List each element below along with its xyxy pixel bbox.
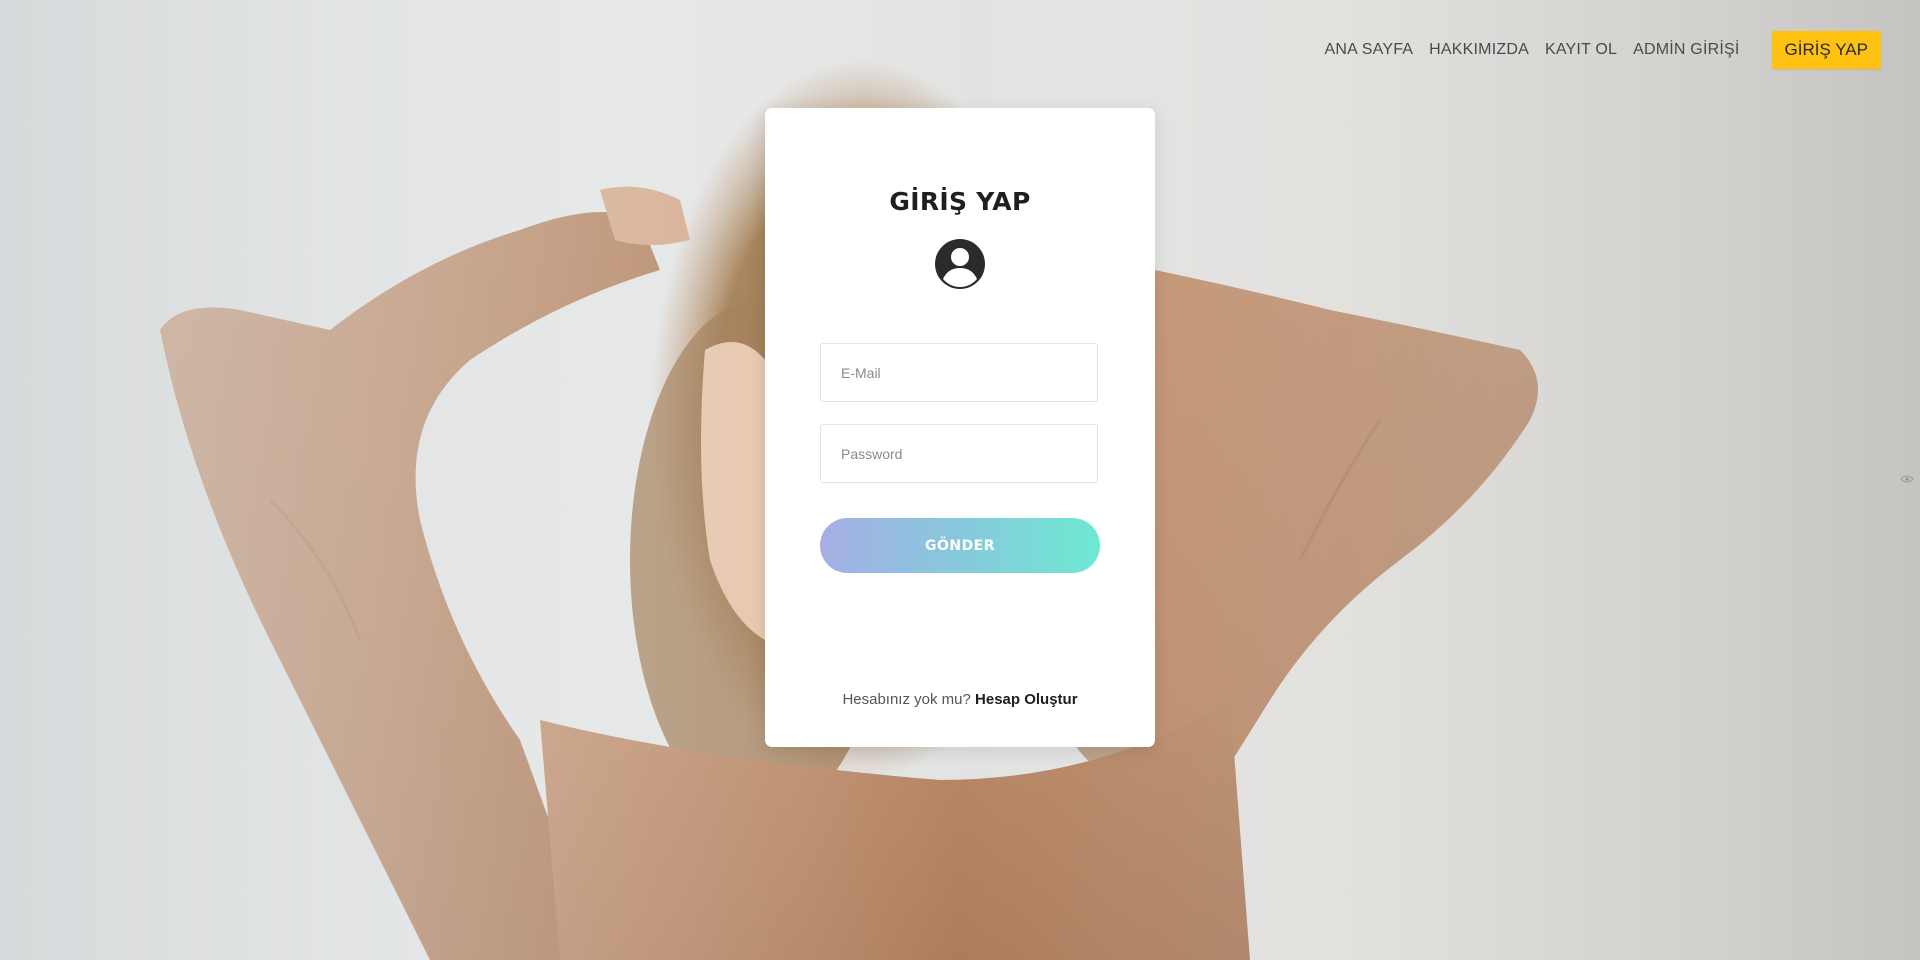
password-field[interactable] <box>820 424 1098 483</box>
nav-home[interactable]: ANA SAYFA <box>1325 41 1414 59</box>
nav-register[interactable]: KAYIT OL <box>1545 41 1617 59</box>
signup-prompt-text: Hesabınız yok mu? <box>842 691 971 708</box>
top-nav: ANA SAYFA HAKKIMIZDA KAYIT OL ADMİN GİRİ… <box>1309 31 1881 69</box>
nav-about[interactable]: HAKKIMIZDA <box>1429 41 1529 59</box>
signup-prompt: Hesabınız yok mu? Hesap Oluştur <box>765 691 1155 708</box>
user-circle-icon <box>935 239 985 289</box>
login-title: GİRİŞ YAP <box>889 187 1031 216</box>
create-account-link[interactable]: Hesap Oluştur <box>975 691 1078 708</box>
submit-button[interactable]: GÖNDER <box>820 518 1100 573</box>
email-field[interactable] <box>820 343 1098 402</box>
nav-login-button[interactable]: GİRİŞ YAP <box>1771 31 1881 69</box>
eye-icon <box>1900 475 1914 483</box>
page: ANA SAYFA HAKKIMIZDA KAYIT OL ADMİN GİRİ… <box>0 0 1920 960</box>
nav-admin-login[interactable]: ADMİN GİRİŞİ <box>1633 41 1739 59</box>
